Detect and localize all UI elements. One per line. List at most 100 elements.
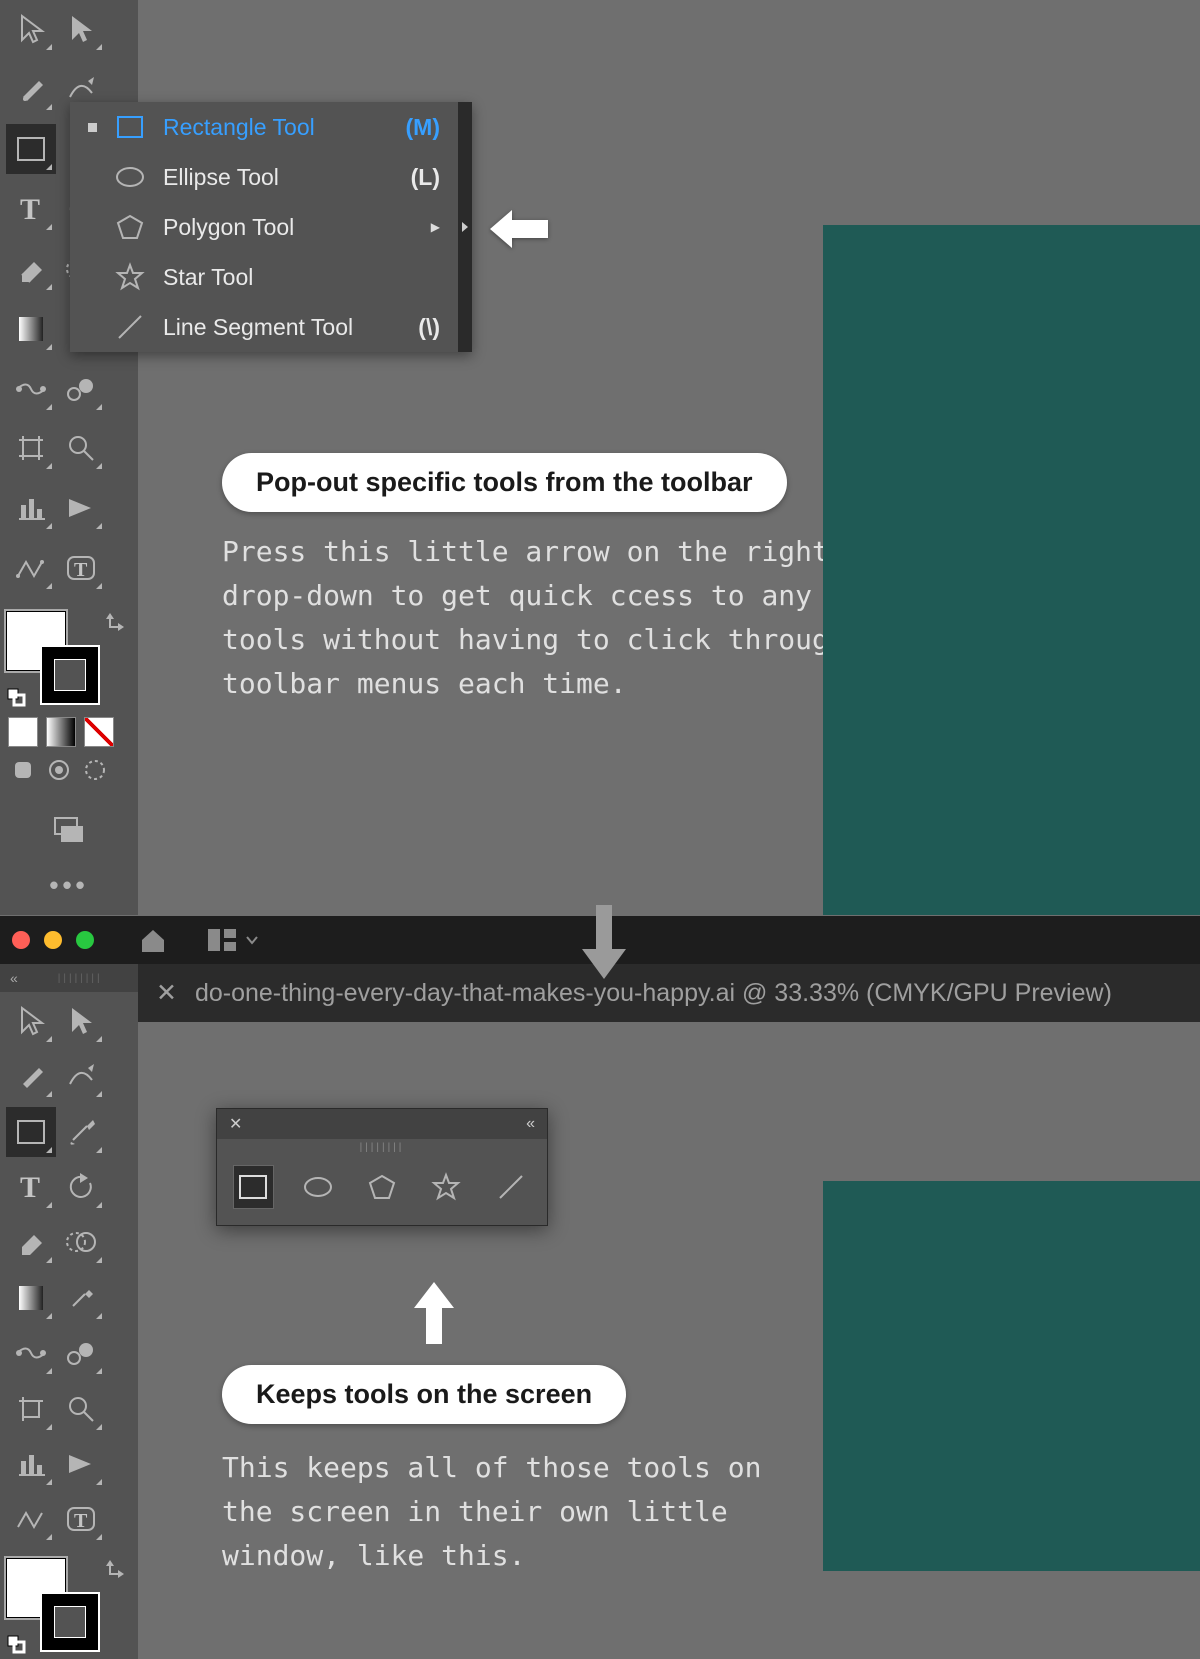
shapes-floating-panel[interactable]: ✕ « ||||||||	[216, 1108, 548, 1226]
pen-tool[interactable]	[6, 1051, 56, 1101]
top-illustration-panel: T	[0, 0, 1200, 915]
flyout-list: Rectangle Tool (M) Ellipse Tool (L) Poly…	[70, 102, 458, 352]
annotation-bubble-2: Keeps tools on the screen	[222, 1365, 626, 1424]
panel-line-tool[interactable]	[491, 1165, 531, 1209]
gradient-tool[interactable]	[6, 304, 56, 354]
tearoff-handle[interactable]	[458, 102, 472, 352]
slice-tool[interactable]	[56, 483, 106, 533]
fill-stroke-swatches	[6, 1550, 132, 1659]
puppet-warp-tool[interactable]	[6, 543, 56, 593]
document-tab-title[interactable]: do-one-thing-every-day-that-makes-you-ha…	[195, 979, 1112, 1008]
star-icon	[115, 264, 145, 290]
rotate-tool[interactable]	[56, 1162, 106, 1212]
gradient-tool[interactable]	[6, 1273, 56, 1323]
panel-close-icon[interactable]: ✕	[229, 1114, 242, 1134]
edit-toolbar-button[interactable]: •••	[6, 865, 132, 905]
symbol-sprayer-tool[interactable]	[56, 1328, 106, 1378]
shape-tools-flyout[interactable]: Rectangle Tool (M) Ellipse Tool (L) Poly…	[70, 102, 472, 352]
tab-close-icon[interactable]: ✕	[156, 978, 177, 1008]
svg-text:T: T	[74, 1510, 88, 1532]
annotation-text-2: This keeps all of those tools on the scr…	[222, 1446, 761, 1578]
document-tab-bar: ✕ do-one-thing-every-day-that-makes-you-…	[138, 964, 1200, 1022]
touch-type-tool[interactable]: T	[56, 543, 106, 593]
direct-selection-tool[interactable]	[56, 996, 106, 1046]
shape-builder-tool[interactable]	[56, 1217, 106, 1267]
color-mode-row	[6, 707, 132, 755]
symbol-sprayer-tool[interactable]	[56, 364, 106, 414]
eraser-tool[interactable]	[6, 244, 56, 294]
paintbrush-tool[interactable]	[56, 1107, 106, 1157]
width-tool[interactable]	[6, 364, 56, 414]
annotation-arrow-left-icon	[490, 210, 550, 248]
swap-fill-stroke-icon[interactable]	[106, 613, 128, 640]
ellipse-icon	[115, 166, 145, 188]
flyout-active-dot-icon	[88, 123, 97, 132]
zoom-tool[interactable]	[56, 423, 106, 473]
rectangle-tool[interactable]	[6, 124, 56, 174]
stroke-swatch[interactable]	[40, 1592, 100, 1652]
panel-star-tool[interactable]	[426, 1165, 466, 1209]
change-screen-mode[interactable]	[6, 805, 132, 855]
type-tool[interactable]: T	[6, 1162, 56, 1212]
submenu-arrow-icon: ▶	[428, 220, 440, 234]
home-button[interactable]	[138, 926, 168, 954]
annotation-arrow-down-icon	[582, 905, 626, 979]
artboard-canvas	[823, 225, 1200, 915]
column-graph-tool[interactable]	[6, 1439, 56, 1489]
flyout-shortcut: (\)	[400, 314, 440, 341]
flyout-label: Ellipse Tool	[163, 164, 382, 191]
document-arrange-button[interactable]	[208, 929, 258, 951]
flyout-item-ellipse[interactable]: Ellipse Tool (L)	[70, 152, 458, 202]
panel-polygon-tool[interactable]	[362, 1165, 402, 1209]
svg-text:T: T	[20, 1171, 40, 1204]
selection-tool[interactable]	[6, 4, 56, 54]
draw-behind[interactable]	[44, 755, 74, 785]
default-fill-stroke-icon[interactable]	[6, 1634, 26, 1654]
direct-selection-tool[interactable]	[56, 4, 106, 54]
curvature-tool[interactable]	[56, 1051, 106, 1101]
zoom-tool[interactable]	[56, 1384, 106, 1434]
draw-normal[interactable]	[8, 755, 38, 785]
collapse-icon: «	[10, 970, 18, 986]
stroke-swatch[interactable]	[40, 645, 100, 705]
panel-grip-icon[interactable]: ||||||||	[217, 1139, 547, 1155]
panel-rectangle-tool[interactable]	[233, 1165, 274, 1209]
flyout-item-polygon[interactable]: Polygon Tool ▶	[70, 202, 458, 252]
flyout-shortcut: (L)	[400, 164, 440, 191]
type-tool[interactable]: T	[6, 184, 56, 234]
annotation-arrow-up-icon	[414, 1282, 454, 1344]
panel-header[interactable]: ✕ «	[217, 1109, 547, 1139]
color-mode-solid[interactable]	[8, 717, 38, 747]
artboard-tool[interactable]	[6, 423, 56, 473]
panel-body	[217, 1155, 547, 1225]
rectangle-tool[interactable]	[6, 1107, 56, 1157]
flyout-item-rectangle[interactable]: Rectangle Tool (M)	[70, 102, 458, 152]
column-graph-tool[interactable]	[6, 483, 56, 533]
touch-type-tool[interactable]: T	[56, 1494, 106, 1544]
slice-tool[interactable]	[56, 1439, 106, 1489]
color-mode-gradient[interactable]	[46, 717, 76, 747]
eraser-tool[interactable]	[6, 1217, 56, 1267]
eyedropper-tool[interactable]	[56, 1273, 106, 1323]
default-fill-stroke-icon[interactable]	[6, 687, 26, 707]
annotation-bubble-1: Pop-out specific tools from the toolbar	[222, 453, 787, 512]
artboard-tool[interactable]	[6, 1384, 56, 1434]
width-tool[interactable]	[6, 1328, 56, 1378]
toolbar-collapse-handle[interactable]: « ||||||||	[0, 964, 138, 992]
flyout-item-star[interactable]: Star Tool	[70, 252, 458, 302]
flyout-item-line[interactable]: Line Segment Tool (\)	[70, 302, 458, 352]
traffic-minimize-icon[interactable]	[44, 931, 62, 949]
puppet-warp-tool[interactable]	[6, 1494, 56, 1544]
traffic-close-icon[interactable]	[12, 931, 30, 949]
swap-fill-stroke-icon[interactable]	[106, 1560, 128, 1587]
panel-ellipse-tool[interactable]	[298, 1165, 338, 1209]
panel-collapse-icon[interactable]: «	[526, 1115, 535, 1133]
color-mode-none[interactable]	[84, 717, 114, 747]
line-icon	[115, 314, 145, 340]
svg-text:T: T	[74, 559, 88, 581]
pen-tool[interactable]	[6, 64, 56, 114]
selection-tool[interactable]	[6, 996, 56, 1046]
traffic-zoom-icon[interactable]	[76, 931, 94, 949]
draw-inside[interactable]	[80, 755, 110, 785]
fill-stroke-swatches	[6, 603, 132, 805]
